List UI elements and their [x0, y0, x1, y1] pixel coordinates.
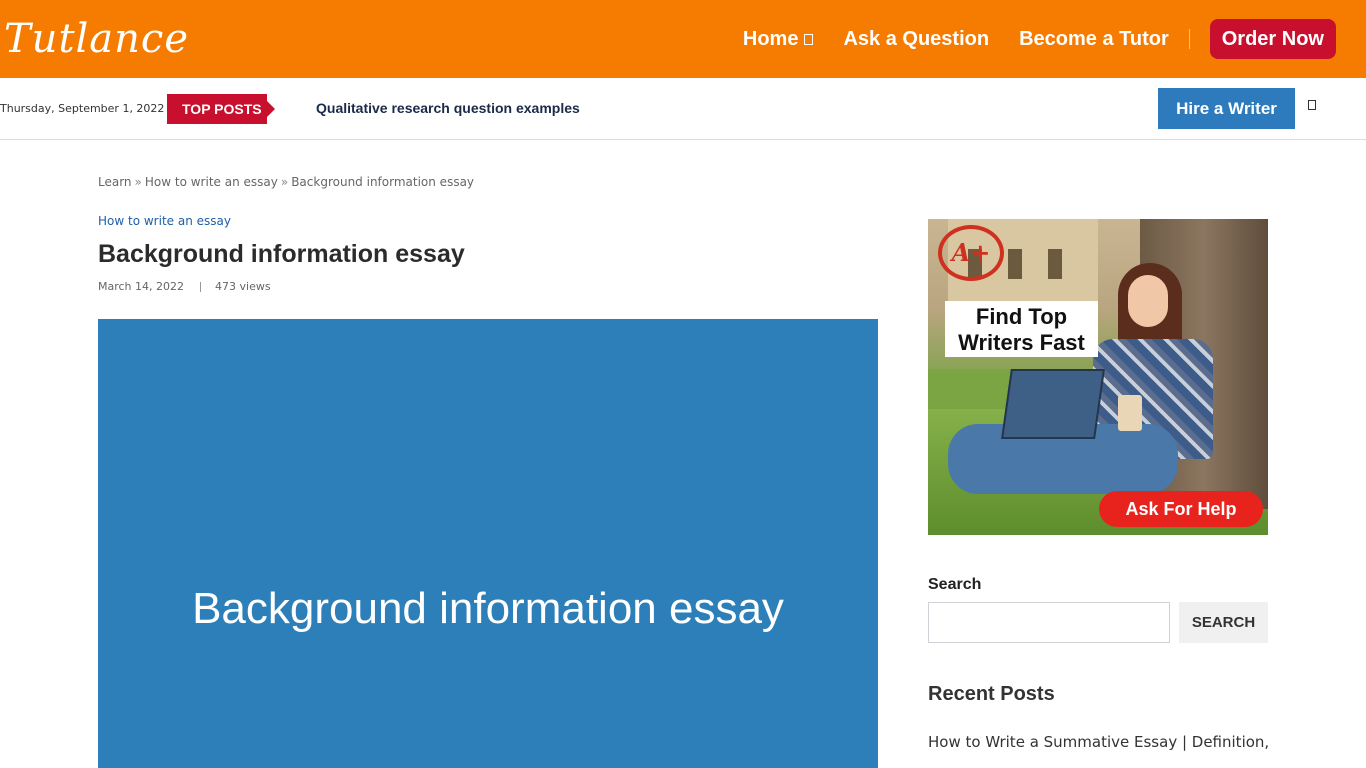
nav-home-label: Home [742, 27, 799, 50]
ad-person-face [1128, 275, 1168, 327]
main-nav: Home Ask a Question Become a Tutor Order… [713, 19, 1336, 59]
article-category-link[interactable]: How to write an essay [98, 214, 231, 228]
sidebar-ad-banner[interactable]: A+ Find Top Writers Fast Ask For Help [928, 219, 1268, 535]
search-input[interactable] [928, 602, 1170, 643]
breadcrumb: Learn» How to write an essay» Background i… [98, 175, 474, 189]
recent-post-link[interactable]: How to Write a Summative Essay | Definit… [928, 733, 1269, 751]
top-posts-badge: TOP POSTS [167, 94, 275, 124]
article-date: March 14, 2022 [98, 280, 185, 293]
meta-divider [200, 281, 202, 292]
ask-for-help-button[interactable]: Ask For Help [1099, 491, 1263, 527]
featured-image: Background information essay [98, 319, 878, 768]
order-now-button[interactable]: Order Now [1209, 19, 1336, 59]
top-news-bar: Thursday, September 1, 2022 TOP POSTS Qu… [0, 78, 1366, 140]
article-views: 473 views [215, 280, 271, 293]
breadcrumb-separator: » [134, 175, 142, 189]
coffee-cup-icon [1118, 395, 1142, 431]
a-plus-badge-icon: A+ [938, 225, 1004, 281]
site-header: Tutlance Home Ask a Question Become a Tu… [0, 0, 1366, 78]
article-meta: March 14, 2022 473 views [98, 280, 271, 293]
laptop-icon [1001, 369, 1105, 439]
breadcrumb-current: Background information essay [291, 175, 475, 189]
page-title: Background information essay [98, 240, 465, 268]
breadcrumb-learn[interactable]: Learn [98, 175, 132, 189]
breadcrumb-how-to-write[interactable]: How to write an essay [145, 175, 278, 189]
site-logo[interactable]: Tutlance [4, 12, 189, 66]
nav-ask-question[interactable]: Ask a Question [843, 28, 989, 51]
search-label: Search [928, 576, 982, 593]
featured-image-text: Background information essay [192, 584, 784, 633]
nav-divider [1188, 29, 1190, 49]
chevron-down-icon [804, 33, 814, 45]
hire-writer-button[interactable]: Hire a Writer [1158, 88, 1295, 129]
ad-window [1008, 249, 1022, 279]
top-posts-ticker-link[interactable]: Qualitative research question examples [316, 100, 580, 116]
nav-become-tutor[interactable]: Become a Tutor [1019, 28, 1169, 51]
recent-posts-heading: Recent Posts [928, 683, 1055, 705]
ad-headline-line1: Find Top [975, 304, 1068, 329]
ad-window [1048, 249, 1062, 279]
search-button[interactable]: SEARCH [1179, 602, 1268, 643]
ad-headline-line2: Writers Fast [958, 330, 1085, 355]
nav-home[interactable]: Home [743, 28, 814, 51]
breadcrumb-separator: » [280, 175, 289, 189]
ad-headline: Find Top Writers Fast [945, 301, 1098, 357]
dark-mode-toggle-icon[interactable] [1308, 100, 1316, 110]
current-date: Thursday, September 1, 2022 [0, 102, 165, 115]
